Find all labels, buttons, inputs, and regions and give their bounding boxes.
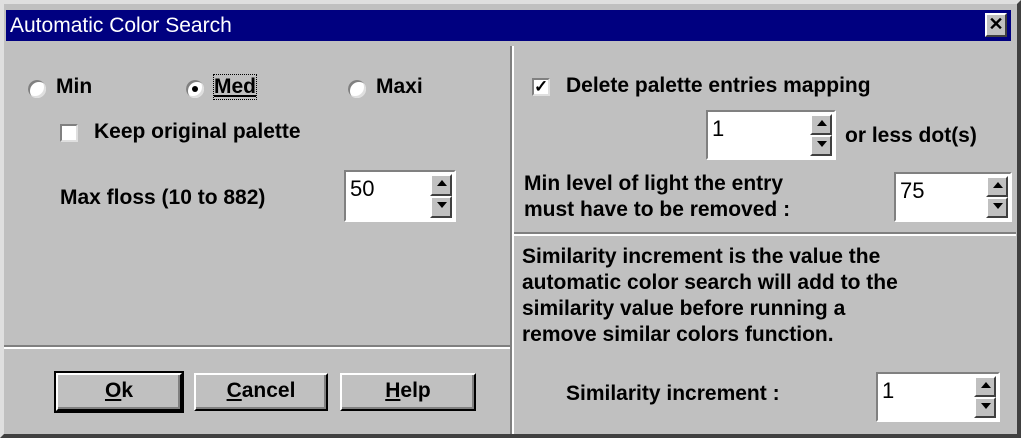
arrow-down-icon [437, 202, 447, 208]
left-button-separator-highlight [4, 347, 510, 349]
cancel-button[interactable]: Cancel [194, 373, 328, 411]
max-floss-value[interactable]: 50 [350, 176, 374, 202]
cancel-label: ancel [241, 379, 296, 402]
max-floss-spinner[interactable]: 50 [344, 170, 456, 222]
keep-palette-checkbox[interactable] [60, 124, 78, 142]
max-floss-label: Max floss (10 to 882) [60, 186, 266, 209]
radio-med-label[interactable]: Med [213, 74, 257, 100]
max-floss-up-button[interactable] [430, 174, 452, 196]
arrow-down-icon [993, 203, 1003, 209]
similarity-value[interactable]: 1 [882, 378, 894, 404]
similarity-down-button[interactable] [974, 397, 996, 418]
description-line: remove similar colors function. [522, 323, 834, 346]
check-mark-icon: ✓ [534, 77, 549, 96]
radio-min-label[interactable]: Min [56, 75, 92, 99]
radio-maxi-label[interactable]: Maxi [376, 75, 423, 99]
similarity-description: Similarity increment is the value the au… [522, 244, 1012, 348]
arrow-up-icon [993, 182, 1003, 188]
radio-min[interactable] [28, 80, 46, 98]
help-mnemonic: H [385, 379, 401, 402]
min-light-value[interactable]: 75 [900, 178, 924, 204]
title-bar[interactable]: Automatic Color Search ✕ [6, 10, 1011, 41]
min-light-up-button[interactable] [986, 176, 1008, 197]
arrow-down-icon [981, 403, 991, 409]
right-section-separator-highlight [514, 234, 1016, 236]
dots-suffix-label: or less dot(s) [845, 124, 977, 147]
description-line: Similarity increment is the value the [522, 245, 881, 268]
window-title: Automatic Color Search [10, 14, 232, 37]
similarity-label: Similarity increment : [566, 382, 780, 405]
radio-med[interactable] [186, 80, 204, 98]
close-icon: ✕ [988, 14, 1004, 34]
keep-palette-label[interactable]: Keep original palette [94, 120, 301, 144]
help-label: elp [400, 379, 431, 402]
min-light-down-button[interactable] [986, 197, 1008, 218]
radio-selected-dot [192, 86, 198, 92]
similarity-up-button[interactable] [974, 376, 996, 397]
description-line: automatic color search will add to the [522, 271, 898, 294]
ok-mnemonic: O [104, 379, 122, 402]
delete-entries-checkbox[interactable]: ✓ [532, 78, 550, 96]
radio-maxi[interactable] [348, 80, 366, 98]
ok-button[interactable]: Ok [54, 371, 184, 413]
close-button[interactable]: ✕ [985, 13, 1007, 37]
ok-label: k [121, 379, 134, 402]
dots-spinner[interactable]: 1 [706, 110, 836, 160]
arrow-up-icon [817, 120, 827, 126]
similarity-spinner[interactable]: 1 [876, 372, 1000, 422]
arrow-up-icon [437, 180, 447, 186]
dots-up-button[interactable] [810, 114, 832, 135]
arrow-up-icon [981, 382, 991, 388]
help-button[interactable]: Help [340, 373, 476, 411]
cancel-mnemonic: C [226, 379, 242, 402]
min-light-label-line2: must have to be removed : [524, 198, 791, 221]
description-line: similarity value before running a [522, 297, 846, 320]
arrow-down-icon [817, 141, 827, 147]
dots-value[interactable]: 1 [712, 116, 724, 142]
panel-divider-highlight [512, 46, 514, 434]
min-light-label-line1: Min level of light the entry [524, 172, 784, 195]
min-light-spinner[interactable]: 75 [894, 172, 1012, 222]
delete-entries-label[interactable]: Delete palette entries mapping [566, 74, 871, 98]
dots-down-button[interactable] [810, 135, 832, 156]
max-floss-down-button[interactable] [430, 196, 452, 218]
